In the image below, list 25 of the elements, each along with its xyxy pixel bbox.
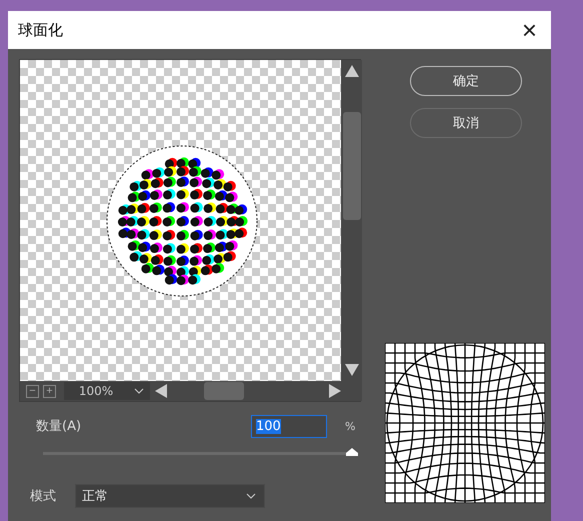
down-arrow-icon[interactable] (344, 363, 360, 377)
scroll-thumb[interactable] (204, 382, 244, 400)
mode-dropdown[interactable]: 正常 (75, 484, 265, 508)
right-arrow-icon[interactable] (328, 383, 342, 399)
slider-thumb[interactable] (346, 448, 358, 456)
mode-label: 模式 (30, 488, 57, 505)
zoom-dropdown[interactable]: 100% (64, 382, 150, 400)
mode-value: 正常 (82, 488, 108, 505)
zoom-out-button[interactable]: − (26, 384, 39, 398)
window-title: 球面化 (18, 20, 63, 40)
cancel-button[interactable]: 取消 (410, 108, 522, 138)
vertical-scrollbar[interactable] (341, 60, 362, 381)
left-arrow-icon[interactable] (154, 383, 168, 399)
amount-input[interactable]: 100 (251, 414, 327, 438)
percent-unit: % (345, 420, 356, 432)
zoom-in-button[interactable]: + (43, 384, 56, 398)
close-button[interactable]: × (518, 17, 541, 43)
ok-button[interactable]: 确定 (410, 66, 522, 96)
zoom-value: 100% (78, 384, 114, 398)
chevron-down-icon (246, 493, 256, 499)
up-arrow-icon[interactable] (344, 64, 360, 78)
amount-value: 100 (256, 418, 281, 434)
chevron-down-icon (134, 388, 144, 394)
scroll-thumb[interactable] (342, 112, 360, 220)
amount-label: 数量(A) (36, 418, 82, 435)
